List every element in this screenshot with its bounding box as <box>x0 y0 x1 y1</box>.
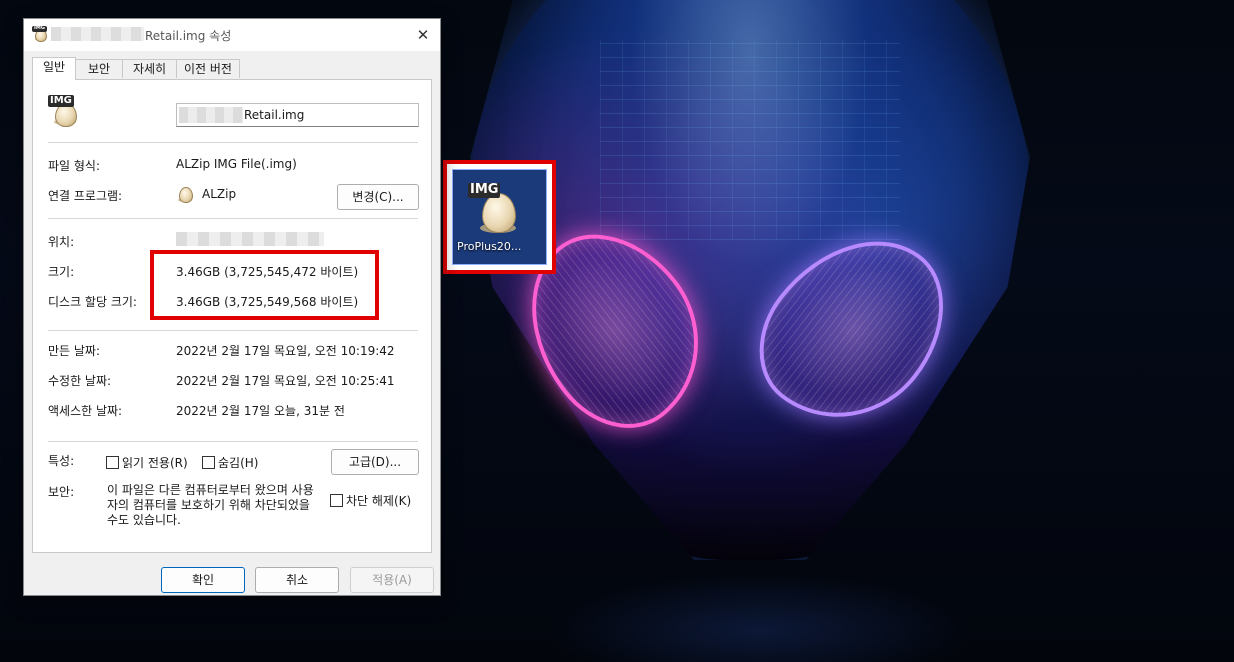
modified-value: 2022년 2월 17일 목요일, 오전 10:25:41 <box>176 374 395 388</box>
tab-details[interactable]: 자세히 <box>122 59 177 78</box>
opens-with-label: 연결 프로그램: <box>48 189 123 203</box>
accessed-value: 2022년 2월 17일 오늘, 31분 전 <box>176 404 345 418</box>
alzip-app-icon <box>176 185 194 203</box>
readonly-checkbox-label: 읽기 전용(R) <box>122 456 188 470</box>
title-img-tag: IMG <box>32 25 47 32</box>
general-tab-panel: IMG Retail.img 파일 형식: ALZip IMG File(.im… <box>32 79 432 553</box>
hidden-checkbox-label: 숨김(H) <box>218 456 259 470</box>
divider <box>48 330 418 331</box>
advanced-button[interactable]: 고급(D)... <box>331 449 419 475</box>
readonly-checkbox[interactable]: 읽기 전용(R) <box>106 454 188 471</box>
hidden-checkbox-box[interactable] <box>202 456 215 469</box>
tab-security[interactable]: 보안 <box>75 59 123 78</box>
properties-dialog: IMG Retail.img 속성 ✕ 일반 보안 자세히 이전 버전 IMG … <box>23 18 441 596</box>
accessed-label: 액세스한 날짜: <box>48 404 123 418</box>
desktop-file-caption: ProPlus20... <box>457 240 522 253</box>
unblock-checkbox-box[interactable] <box>330 494 343 507</box>
circuit-pattern <box>600 40 900 240</box>
size-label: 크기: <box>48 265 75 279</box>
attributes-label: 특성: <box>48 454 75 468</box>
created-value: 2022년 2월 17일 목요일, 오전 10:19:42 <box>176 344 395 358</box>
tab-previous-versions[interactable]: 이전 버전 <box>176 59 240 78</box>
divider <box>48 218 418 219</box>
title-bar[interactable]: IMG Retail.img 속성 ✕ <box>24 19 440 51</box>
divider <box>48 441 418 442</box>
hidden-checkbox[interactable]: 숨김(H) <box>202 454 258 471</box>
unblock-checkbox[interactable]: 차단 해제(K) <box>330 492 411 509</box>
change-button[interactable]: 변경(C)... <box>337 184 419 210</box>
modified-label: 수정한 날짜: <box>48 374 112 388</box>
opens-with-value: ALZip <box>202 187 237 201</box>
file-type-icon: IMG <box>48 95 82 129</box>
security-message: 이 파일은 다른 컴퓨터로부터 왔으며 사용자의 컴퓨터를 보호하기 위해 차단… <box>107 483 314 527</box>
created-label: 만든 날짜: <box>48 344 101 358</box>
file-name-text: Retail.img <box>244 108 305 122</box>
file-type-value: ALZip IMG File(.img) <box>176 157 297 171</box>
file-name-redacted <box>179 107 243 123</box>
ok-button[interactable]: 확인 <box>161 567 245 593</box>
location-label: 위치: <box>48 235 75 249</box>
size-value: 3.46GB (3,725,545,472 바이트) <box>176 265 359 279</box>
img-tag: IMG <box>468 182 501 198</box>
unblock-checkbox-label: 차단 해제(K) <box>346 494 412 508</box>
file-type-label: 파일 형식: <box>48 159 101 173</box>
desktop-file-icon[interactable]: IMG ProPlus20... <box>443 160 556 274</box>
file-name-field[interactable]: Retail.img <box>176 103 419 127</box>
readonly-checkbox-box[interactable] <box>106 456 119 469</box>
size-on-disk-label: 디스크 할당 크기: <box>48 295 137 309</box>
cancel-button[interactable]: 취소 <box>255 567 339 593</box>
file-img-tag: IMG <box>48 95 74 107</box>
location-redacted <box>176 232 324 246</box>
img-file-icon: IMG <box>468 182 528 239</box>
dialog-title: Retail.img 속성 <box>145 29 232 43</box>
tab-general[interactable]: 일반 <box>32 57 76 80</box>
divider <box>48 142 418 143</box>
size-on-disk-value: 3.46GB (3,725,549,568 바이트) <box>176 295 359 309</box>
security-label: 보안: <box>48 485 75 499</box>
apply-button[interactable]: 적용(A) <box>350 567 434 593</box>
desktop-file-icon-selection: IMG ProPlus20... <box>452 169 547 265</box>
close-button[interactable]: ✕ <box>406 19 440 51</box>
title-redacted <box>51 27 144 41</box>
title-file-icon: IMG <box>32 25 48 42</box>
